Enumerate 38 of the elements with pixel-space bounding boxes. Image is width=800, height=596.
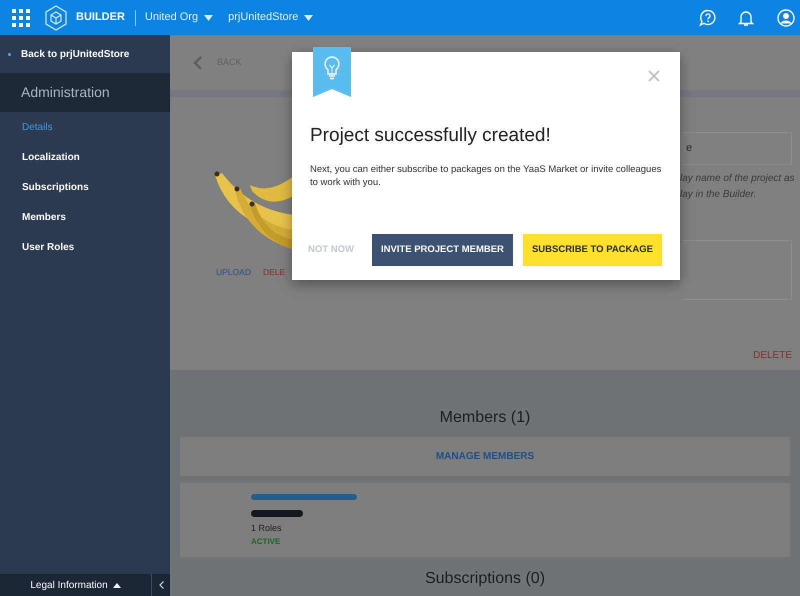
bullet-icon — [8, 52, 11, 56]
cube-logo-icon[interactable] — [45, 4, 67, 30]
section-heading: Subscriptions (0) — [424, 569, 546, 589]
help-icon[interactable] — [699, 8, 717, 26]
sidebar-item[interactable]: Subscriptions — [0, 172, 170, 202]
sidebar-item[interactable]: Members — [0, 202, 170, 232]
org-dropdown[interactable]: United Org — [144, 9, 214, 26]
caret-icon — [204, 14, 214, 20]
delete-image-button[interactable]: DELE — [262, 266, 286, 279]
chevron-left-icon — [193, 56, 203, 70]
section-header: Administration — [0, 73, 170, 112]
dialog-title: Project successfully created! — [310, 124, 552, 148]
name-field[interactable]: e — [682, 132, 792, 165]
sidebar-item[interactable]: User Roles — [0, 232, 170, 262]
dialog-message: Next, you can either subscribe to packages on the YaaS Market or invite colleagues to work with you. — [310, 162, 662, 188]
invite-button[interactable]: INVITE PROJECT MEMBER — [372, 234, 513, 266]
upload-button[interactable]: UPLOAD — [216, 266, 251, 279]
helper-text: lay name of the project as — [680, 172, 792, 186]
project-dropdown[interactable]: prjUnitedStore — [228, 9, 314, 26]
helper-text: lay in the Builder. — [680, 188, 758, 202]
notification-bell-icon[interactable] — [737, 8, 755, 26]
subscribe-button[interactable]: SUBSCRIBE TO PACKAGE — [522, 234, 662, 266]
chevron-left-icon — [158, 581, 164, 589]
apps-grid-icon[interactable] — [12, 8, 30, 26]
sidebar-item[interactable]: Details — [0, 112, 170, 142]
description-field[interactable] — [682, 240, 792, 300]
user-avatar-icon[interactable] — [777, 8, 795, 26]
delete-project-button[interactable]: DELETE — [753, 348, 792, 363]
member-roles: 1 Roles — [251, 522, 283, 535]
section-heading: Members (1) — [438, 408, 532, 428]
caret-up-icon — [112, 582, 121, 588]
back-link[interactable]: Back to prjUnitedStore — [0, 35, 170, 73]
sidebar-item[interactable]: Localization — [0, 142, 170, 172]
manage-members-button[interactable]: MANAGE MEMBERS — [180, 437, 790, 476]
redacted-name — [251, 510, 303, 518]
caret-icon — [304, 14, 314, 20]
member-status: ACTIVE — [251, 536, 282, 548]
brand-name: BUILDER — [76, 10, 125, 26]
